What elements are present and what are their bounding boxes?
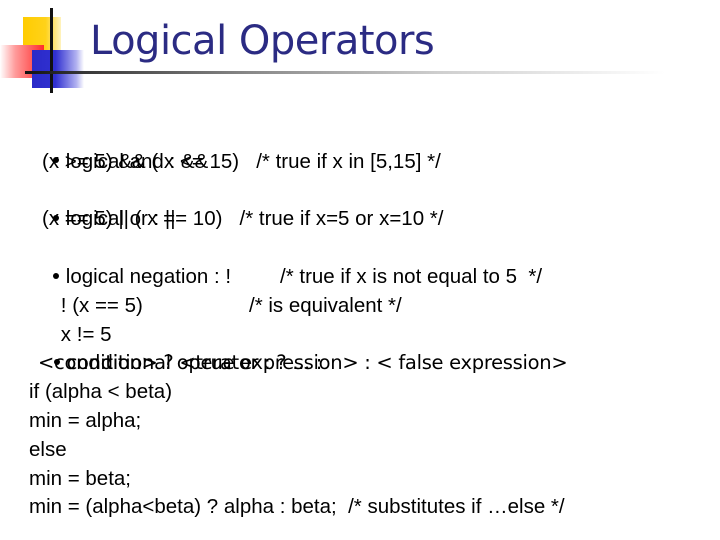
code-comment: /* is equivalent */: [249, 293, 402, 317]
syntax-line: <condition> ? <true expression> : < fals…: [38, 351, 568, 375]
example-line: min = (alpha<beta) ? alpha : beta; /* su…: [29, 495, 565, 519]
code-comment: /* true if x is not equal to 5 */: [280, 264, 543, 288]
logo-vertical-line: [50, 8, 53, 93]
code-line: x != 5 /* is equivalent */: [30, 292, 720, 346]
example-line: min = alpha;: [29, 408, 142, 432]
example-line: if (alpha < beta): [29, 380, 173, 404]
title-underline: [25, 71, 665, 74]
code-line: ! (x == 5) /* true if x is not equal to …: [30, 263, 720, 317]
slide-logo: [0, 0, 90, 100]
slide-content: logical and : && (x >= 5) && ( x <= 15) …: [29, 119, 720, 522]
slide-title: Logical Operators: [90, 18, 435, 64]
example-line: min = beta;: [29, 466, 131, 490]
logo-blue-square: [32, 50, 84, 88]
bullet-logical-or: logical or : ||: [30, 177, 720, 230]
bullet-logical-negation: logical negation : !: [30, 234, 720, 288]
bullet-logical-and: logical and : &&: [30, 119, 720, 173]
example-line: else: [29, 437, 67, 461]
code-line: (x >= 5) && ( x <= 15) /* true if x in […: [42, 149, 441, 173]
code-line: (x == 5) || ( x == 10) /* true if x=5 or…: [42, 207, 444, 231]
bullet-conditional-operator: conditional operator : ? ... :: [30, 321, 720, 374]
